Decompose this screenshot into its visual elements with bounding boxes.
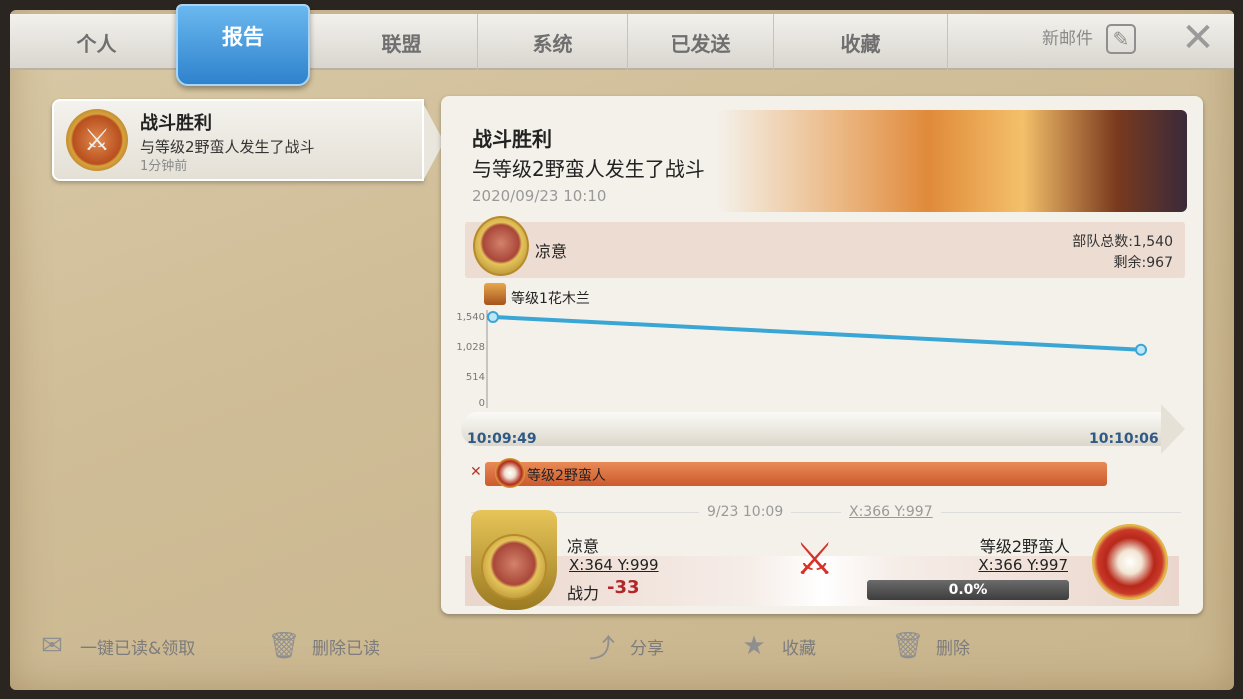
list-item[interactable]: ⚔ 战斗胜利 与等级2野蛮人发生了战斗 1分钟前 bbox=[52, 99, 444, 181]
new-mail-label[interactable]: 新邮件 bbox=[1042, 24, 1093, 49]
share-icon: ⤴ bbox=[588, 633, 615, 664]
crossed-swords-icon: ⚔ bbox=[795, 534, 835, 585]
barbarian-icon bbox=[495, 458, 525, 488]
attacker-coord-link[interactable]: X:364 Y:999 bbox=[569, 556, 659, 574]
favorite-label: 收藏 bbox=[782, 638, 816, 659]
battle-timeline[interactable] bbox=[461, 404, 1185, 454]
read-all-label: 一键已读&领取 bbox=[80, 638, 196, 659]
data-point[interactable] bbox=[1135, 343, 1147, 356]
tab-alliance[interactable]: 联盟 bbox=[326, 14, 478, 70]
tab-favorites[interactable]: 收藏 bbox=[774, 14, 948, 70]
divider bbox=[941, 512, 1181, 513]
battle-time: 9/23 10:09 bbox=[707, 504, 784, 520]
attacker-name: 凉意 bbox=[567, 537, 600, 556]
defender-coord-link[interactable]: X:366 Y:997 bbox=[978, 556, 1068, 574]
attacker-avatar[interactable] bbox=[471, 510, 557, 610]
divider bbox=[791, 512, 841, 513]
close-icon[interactable]: ✕ bbox=[1178, 18, 1218, 58]
delete-read-label: 删除已读 bbox=[312, 638, 380, 659]
mail-item-subtitle: 与等级2野蛮人发生了战斗 bbox=[140, 138, 315, 156]
timeline-start: 10:09:49 bbox=[467, 431, 537, 447]
star-icon: ★ bbox=[742, 631, 766, 661]
power-value: -33 bbox=[607, 577, 640, 598]
series-line bbox=[492, 315, 1142, 352]
mail-item-time: 1分钟前 bbox=[140, 159, 188, 174]
defender-avatar[interactable] bbox=[1092, 524, 1168, 600]
share-label: 分享 bbox=[630, 638, 664, 659]
read-all-button[interactable]: ✉ 一键已读&领取 bbox=[36, 628, 195, 664]
report-panel: 战斗胜利 与等级2野蛮人发生了战斗 2020/09/23 10:10 凉意 部队… bbox=[441, 96, 1203, 614]
tab-system[interactable]: 系统 bbox=[478, 14, 628, 70]
timeline-end: 10:10:06 bbox=[1089, 431, 1159, 447]
troop-chart bbox=[486, 310, 1147, 408]
delete-button[interactable]: 🗑 删除 bbox=[891, 628, 971, 664]
mail-check-icon: ✉ bbox=[41, 631, 63, 661]
attacker-portrait bbox=[481, 534, 547, 600]
compose-icon[interactable]: ✎ bbox=[1106, 24, 1136, 54]
crossed-swords-badge-icon: ⚔ bbox=[66, 109, 128, 171]
mail-item-title: 战斗胜利 bbox=[140, 113, 212, 134]
tab-sent[interactable]: 已发送 bbox=[628, 14, 774, 70]
battle-coord-link[interactable]: X:366 Y:997 bbox=[849, 504, 933, 520]
data-point[interactable] bbox=[487, 311, 499, 323]
power-label: 战力 bbox=[567, 584, 600, 603]
favorite-button[interactable]: ★ 收藏 bbox=[738, 628, 816, 664]
enemy-label: 等级2野蛮人 bbox=[527, 468, 606, 484]
trash-icon: 🗑 bbox=[267, 631, 301, 661]
tab-reports[interactable]: 报告 bbox=[176, 4, 310, 86]
trash-icon: 🗑 bbox=[891, 631, 925, 661]
defender-progress: 0.0% bbox=[867, 580, 1069, 600]
enemy-defeated-icon: ✕ bbox=[470, 464, 482, 480]
delete-label: 删除 bbox=[936, 638, 970, 659]
share-button[interactable]: ⤴ 分享 bbox=[586, 628, 664, 664]
tab-personal[interactable]: 个人 bbox=[14, 14, 180, 70]
delete-read-button[interactable]: 🗑 删除已读 bbox=[267, 628, 381, 664]
defender-name: 等级2野蛮人 bbox=[979, 537, 1070, 556]
